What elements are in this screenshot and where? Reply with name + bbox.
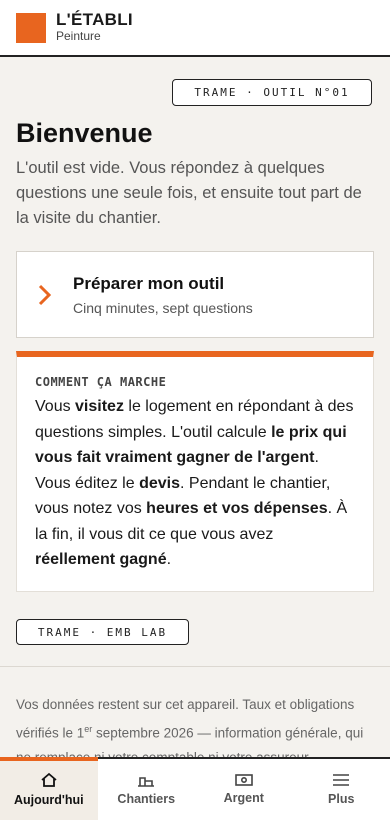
app-subtitle: Peinture: [56, 29, 101, 43]
bottom-tab-bar: Aujourd'hui Chantiers Argent Plus: [0, 757, 390, 820]
how-it-works-label: COMMENT ÇA MARCHE: [35, 375, 167, 389]
divider: [0, 666, 390, 667]
how-it-works-text: Vous visitez le logement en répondant à …: [35, 398, 354, 568]
intro-text: L'outil est vide. Vous répondez à quelqu…: [16, 159, 362, 227]
app-title: L'ÉTABLI: [56, 10, 133, 29]
brand: L'ÉTABLI Peinture: [56, 11, 133, 44]
home-icon: [41, 772, 57, 787]
page-title: Bienvenue: [16, 118, 153, 148]
tab-plus-label: Plus: [328, 792, 355, 806]
main-content[interactable]: TRAME · OUTIL N°01 Bienvenue L'outil est…: [0, 57, 390, 757]
tab-argent-label: Argent: [223, 791, 264, 805]
prepare-card-subtitle: Cinq minutes, sept questions: [73, 299, 253, 316]
privacy-note: Vos données restent sur cet appareil. Ta…: [16, 697, 364, 757]
prepare-tool-button[interactable]: Préparer mon outil Cinq minutes, sept qu…: [16, 251, 374, 338]
tab-chantiers-label: Chantiers: [117, 792, 176, 806]
tab-argent[interactable]: Argent: [195, 759, 293, 820]
tab-chantiers[interactable]: Chantiers: [98, 759, 196, 820]
lab-tag: TRAME · EMB LAB: [16, 619, 189, 645]
tab-today[interactable]: Aujourd'hui: [0, 757, 98, 820]
version-tag: TRAME · OUTIL N°01: [172, 79, 372, 106]
prepare-card-text: Préparer mon outil Cinq minutes, sept qu…: [73, 274, 253, 316]
banknote-icon: [234, 774, 253, 786]
prepare-card-title: Préparer mon outil: [73, 273, 225, 293]
app-header: L'ÉTABLI Peinture: [0, 0, 390, 57]
building-icon: [138, 777, 155, 787]
how-it-works-card: COMMENT ÇA MARCHE Vous visitez le logeme…: [16, 351, 374, 592]
tab-plus[interactable]: Plus: [293, 759, 390, 820]
chevron-right-icon: [17, 284, 73, 306]
tab-today-label: Aujourd'hui: [13, 793, 84, 807]
menu-icon: [333, 774, 350, 786]
logo-mark: [16, 12, 46, 43]
